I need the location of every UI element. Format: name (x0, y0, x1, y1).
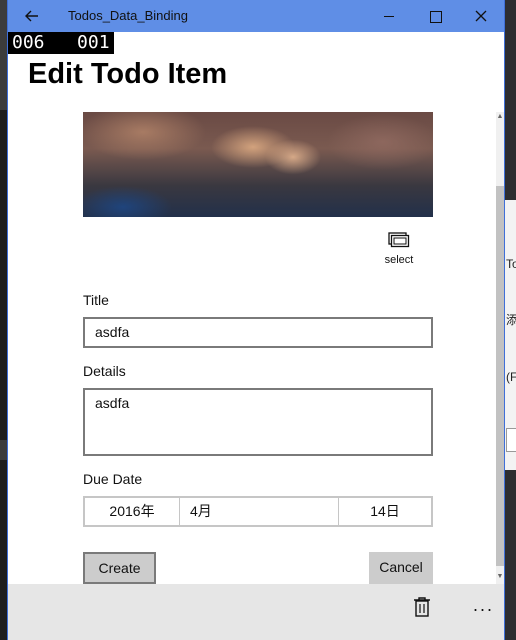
close-button[interactable] (458, 0, 504, 32)
scroll-thumb[interactable] (496, 186, 504, 566)
title-label: Title (83, 292, 109, 308)
app-bar: ··· (8, 584, 504, 640)
todo-image (83, 112, 433, 217)
maximize-button[interactable] (412, 0, 458, 32)
due-date-label: Due Date (83, 471, 143, 487)
page-title: Edit Todo Item (28, 58, 228, 90)
vertical-scrollbar[interactable]: ▲ ▼ (496, 112, 504, 584)
scroll-down-arrow-icon[interactable]: ▼ (496, 572, 504, 582)
details-input[interactable]: asdfa (83, 388, 433, 456)
back-button[interactable] (20, 6, 44, 26)
due-date-picker[interactable]: 2016年 4月 14日 (83, 496, 433, 527)
arrow-left-icon (25, 10, 38, 22)
select-image-button[interactable]: select (378, 232, 420, 272)
background-text: To (506, 257, 516, 271)
counter-left: 006 (12, 32, 45, 53)
frame-counter: 006 001 (8, 32, 114, 54)
due-date-year[interactable]: 2016年 (85, 498, 180, 525)
scroll-up-arrow-icon[interactable]: ▲ (496, 112, 504, 122)
app-window: Todos_Data_Binding 006 001 Edit Todo Ite… (8, 0, 504, 640)
window-title: Todos_Data_Binding (68, 8, 188, 23)
background-box (506, 428, 516, 452)
background-text: 添 (506, 313, 516, 327)
create-button[interactable]: Create (83, 552, 156, 584)
trash-icon (414, 597, 430, 617)
minimize-button[interactable] (366, 0, 412, 32)
due-date-day[interactable]: 14日 (339, 498, 431, 525)
select-label: select (384, 254, 414, 266)
title-input[interactable]: asdfa (83, 317, 433, 348)
background-text: (F (506, 370, 516, 384)
more-options-button[interactable]: ··· (468, 594, 498, 624)
background-left-edge (0, 0, 8, 640)
delete-button[interactable] (412, 596, 436, 624)
due-date-month[interactable]: 4月 (180, 498, 339, 525)
details-label: Details (83, 363, 126, 379)
close-icon (475, 10, 487, 22)
background-right-edge: To 添 (F (504, 0, 516, 640)
counter-right: 001 (77, 32, 110, 53)
picture-select-icon (388, 232, 410, 248)
title-bar: Todos_Data_Binding (8, 0, 504, 32)
cancel-button[interactable]: Cancel (369, 552, 433, 584)
